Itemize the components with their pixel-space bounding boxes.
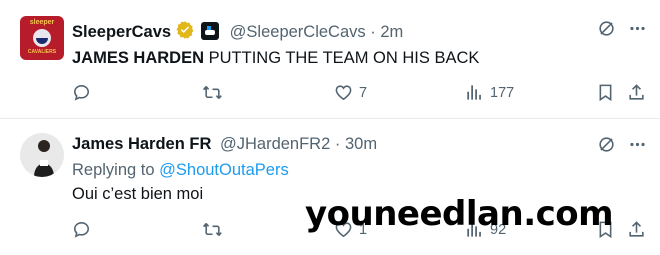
avatar-text-top: sleeper bbox=[29, 19, 55, 26]
views-count: 177 bbox=[490, 84, 515, 101]
watermark: youneedlan.com bbox=[305, 194, 614, 234]
views-button[interactable]: 177 bbox=[465, 83, 514, 102]
retweet-button[interactable] bbox=[203, 220, 222, 239]
handle[interactable]: @SleeperCleCavs bbox=[230, 23, 366, 41]
reply-button[interactable] bbox=[72, 220, 91, 239]
avatar[interactable]: sleeper CAVALIERS bbox=[20, 16, 64, 60]
avatar[interactable] bbox=[20, 133, 64, 177]
reply-icon bbox=[73, 84, 90, 101]
retweet-icon bbox=[203, 223, 222, 236]
retweet-icon bbox=[203, 86, 222, 99]
share-icon bbox=[629, 84, 644, 100]
bookmark-icon bbox=[599, 84, 612, 102]
grok-icon[interactable] bbox=[597, 19, 616, 38]
replying-to-link[interactable]: @ShoutOutaPers bbox=[159, 161, 289, 179]
separator: · bbox=[370, 23, 376, 41]
like-count: 7 bbox=[359, 84, 368, 101]
share-icon bbox=[629, 221, 644, 237]
timestamp[interactable]: 2m bbox=[380, 23, 403, 41]
tweet-text-bold: JAMES HARDEN bbox=[72, 49, 205, 67]
like-button[interactable]: 7 bbox=[334, 83, 367, 102]
tweet-header: SleeperCavs @SleeperCleCavs · 2m bbox=[72, 20, 403, 45]
tweet-text: JAMES HARDEN PUTTING THE TEAM ON HIS BAC… bbox=[72, 49, 479, 68]
tweet[interactable]: sleeper CAVALIERS SleeperCavs @SleeperCl… bbox=[0, 0, 660, 119]
more-icon[interactable] bbox=[628, 135, 647, 154]
display-name[interactable]: James Harden FR bbox=[72, 135, 211, 153]
more-icon[interactable] bbox=[628, 19, 647, 38]
reply-icon bbox=[73, 221, 90, 238]
views-icon bbox=[467, 85, 481, 100]
tweet-text-body: Oui c’est bien moi bbox=[72, 185, 204, 203]
display-name[interactable]: SleeperCavs bbox=[72, 23, 171, 41]
tweet-text: Oui c’est bien moi bbox=[72, 185, 203, 204]
tweet-header: James Harden FR @JHardenFR2 · 30m bbox=[72, 135, 377, 154]
replying-to-prefix: Replying to bbox=[72, 161, 160, 179]
share-button[interactable] bbox=[627, 83, 646, 102]
bookmark-button[interactable] bbox=[596, 83, 615, 102]
separator: · bbox=[334, 135, 341, 153]
handle[interactable]: @JHardenFR2 bbox=[220, 135, 330, 153]
retweet-button[interactable] bbox=[203, 83, 222, 102]
reply-button[interactable] bbox=[72, 83, 91, 102]
avatar-logo-icon bbox=[33, 29, 51, 47]
avatar-text-bottom: CAVALIERS bbox=[27, 49, 57, 55]
like-icon bbox=[335, 85, 352, 101]
share-button[interactable] bbox=[627, 220, 646, 239]
grok-icon[interactable] bbox=[597, 135, 616, 154]
replying-to: Replying to @ShoutOutaPers bbox=[72, 161, 289, 180]
verified-icon bbox=[175, 20, 195, 45]
affiliate-badge-icon[interactable] bbox=[201, 22, 220, 40]
tweet-text-rest: PUTTING THE TEAM ON HIS BACK bbox=[204, 49, 480, 67]
timestamp[interactable]: 30m bbox=[345, 135, 377, 153]
